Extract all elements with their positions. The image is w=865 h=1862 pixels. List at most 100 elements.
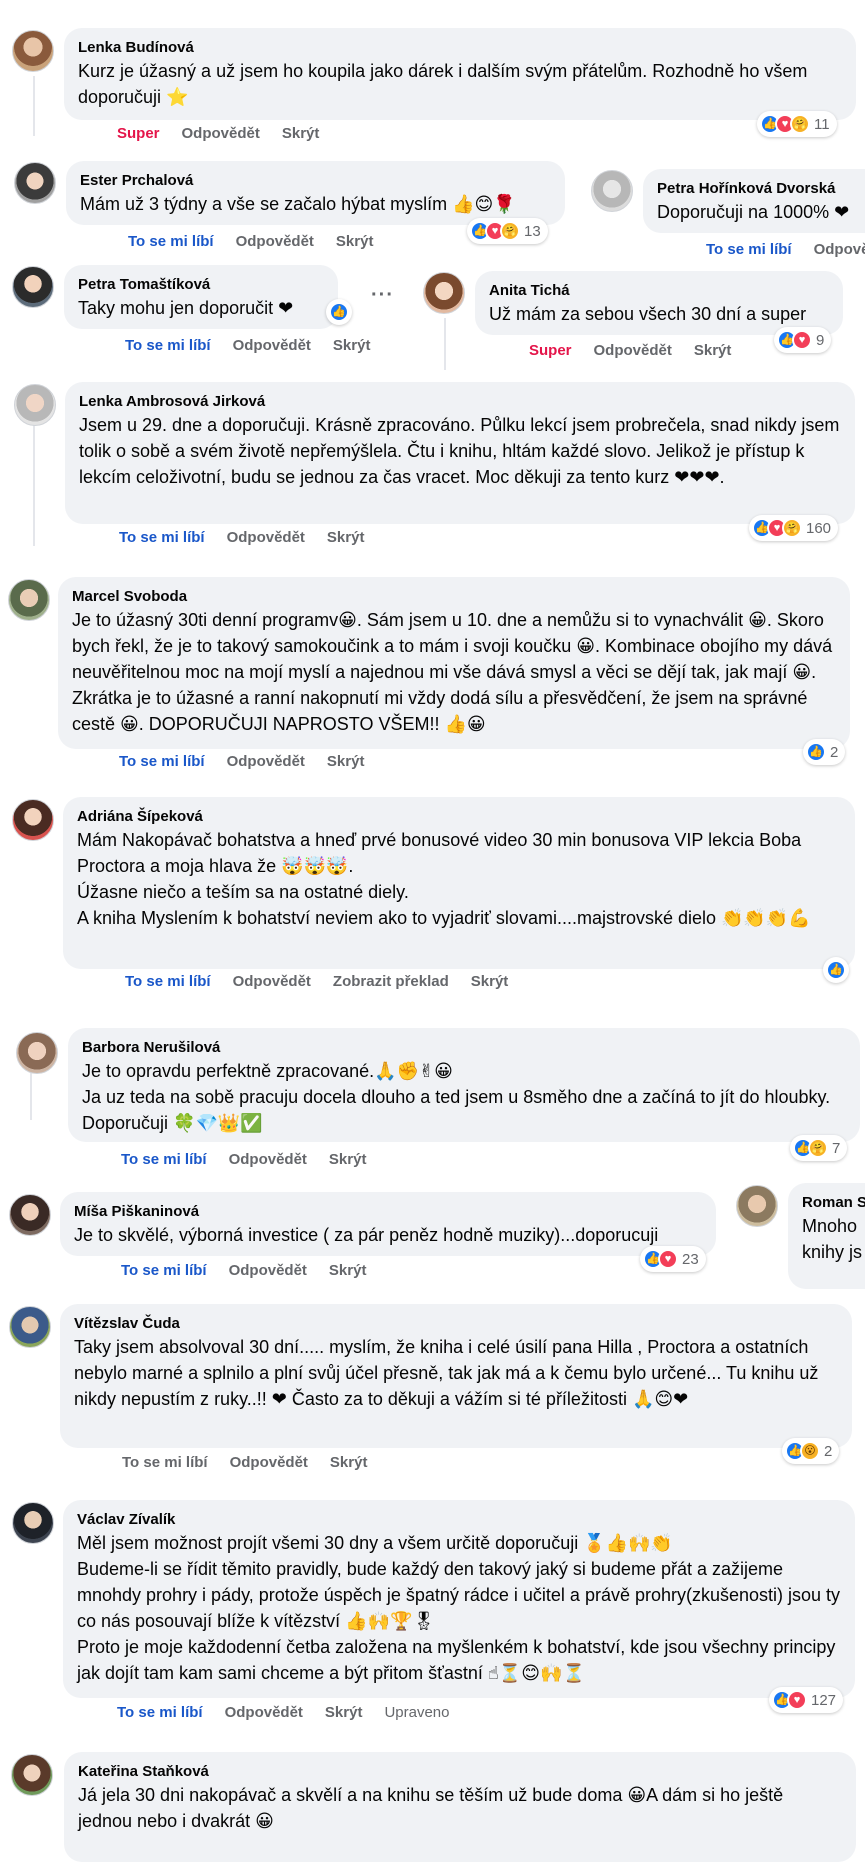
reaction-summary[interactable]: 👍 ♥ 🤗 11 xyxy=(757,111,837,137)
comment-author[interactable]: Lenka Budínová xyxy=(78,38,842,58)
comment-author[interactable]: Václav Zívalík xyxy=(77,1510,841,1530)
reaction-count: 13 xyxy=(524,222,541,240)
comment-actions: To se mi líbí Odpovědět Zobrazit překlad… xyxy=(125,972,508,992)
reply-link[interactable]: Odpovědět xyxy=(229,1261,307,1281)
comment-author[interactable]: Anita Tichá xyxy=(489,281,829,301)
like-link[interactable]: To se mi líbí xyxy=(121,1150,207,1170)
thread-line xyxy=(33,76,35,136)
comment-text: Je to úžasný 30ti denní programv😀. Sám j… xyxy=(72,610,833,734)
hide-link[interactable]: Skrýt xyxy=(694,341,732,361)
comment-author[interactable]: Petra Hořínková Dvorská xyxy=(657,179,865,199)
reaction-count: 9 xyxy=(816,331,825,349)
more-options-icon[interactable]: ··· xyxy=(371,284,394,307)
comment-author[interactable]: Lenka Ambrosová Jirková xyxy=(79,392,841,412)
hide-link[interactable]: Skrýt xyxy=(336,232,374,252)
like-link[interactable]: To se mi líbí xyxy=(122,1453,208,1473)
reaction-summary[interactable]: 👍 ♥ 🤗 160 xyxy=(749,515,839,541)
comment-text: Měl jsem možnost projít všemi 30 dny a v… xyxy=(77,1533,673,1553)
avatar[interactable] xyxy=(591,170,633,212)
care-reaction-icon: 🤗 xyxy=(500,221,520,241)
super-reaction-link[interactable]: Super xyxy=(117,124,160,144)
avatar[interactable] xyxy=(423,272,465,314)
avatar[interactable] xyxy=(9,1306,51,1348)
care-reaction-icon: 🤗 xyxy=(790,114,810,134)
translate-link[interactable]: Zobrazit překlad xyxy=(333,972,449,992)
comment-author[interactable]: Vítězslav Čuda xyxy=(74,1314,838,1334)
like-link[interactable]: To se mi líbí xyxy=(119,752,205,772)
reaction-summary[interactable]: 👍 ♥ 127 xyxy=(769,1687,844,1713)
comment-author[interactable]: Ester Prchalová xyxy=(80,171,551,191)
care-reaction-icon: 🤗 xyxy=(808,1138,828,1158)
reaction-count: 2 xyxy=(824,1442,833,1460)
reply-link[interactable]: Odpovědět xyxy=(594,341,672,361)
reply-link[interactable]: Odpovědět xyxy=(230,1453,308,1473)
reply-link[interactable]: Odpovědět xyxy=(227,752,305,772)
avatar[interactable] xyxy=(12,1502,54,1544)
reply-link[interactable]: Odpovědět xyxy=(225,1703,303,1723)
like-link[interactable]: To se mi líbí xyxy=(125,972,211,992)
comment-text: Úžasne niečo a teším sa na ostatné diely… xyxy=(77,882,409,902)
avatar[interactable] xyxy=(14,384,56,426)
avatar[interactable] xyxy=(9,1194,51,1236)
avatar[interactable] xyxy=(14,162,56,204)
avatar[interactable] xyxy=(12,30,54,72)
thread-line xyxy=(444,318,446,370)
reply-link[interactable]: Odpovědět xyxy=(182,124,260,144)
comment-actions: Super Odpovědět Skrýt xyxy=(529,341,731,361)
comment-author[interactable]: Kateřina Staňková xyxy=(78,1762,842,1782)
avatar[interactable] xyxy=(16,1032,58,1074)
hide-link[interactable]: Skrýt xyxy=(329,1261,367,1281)
reply-link[interactable]: Odpovědět xyxy=(233,336,311,356)
reply-link[interactable]: Odpovědět xyxy=(227,528,305,548)
comment-text: Budeme-li se řídit těmito pravidly, bude… xyxy=(77,1559,841,1631)
like-link[interactable]: To se mi líbí xyxy=(128,232,214,252)
comment-author[interactable]: Marcel Svoboda xyxy=(72,587,836,607)
avatar[interactable] xyxy=(11,1754,53,1796)
hide-link[interactable]: Skrýt xyxy=(471,972,509,992)
comment-author[interactable]: Adriána Šípeková xyxy=(77,807,841,827)
avatar[interactable] xyxy=(12,799,54,841)
hide-link[interactable]: Skrýt xyxy=(325,1703,363,1723)
reaction-summary[interactable]: 👍 ♥ 23 xyxy=(640,1246,706,1272)
like-reaction-icon: 👍 xyxy=(826,960,846,980)
hide-link[interactable]: Skrýt xyxy=(329,1150,367,1170)
like-link[interactable]: To se mi líbí xyxy=(125,336,211,356)
comment-author[interactable]: Míša Piškaninová xyxy=(74,1202,702,1222)
love-reaction-icon: ♥ xyxy=(792,330,812,350)
reaction-summary[interactable]: 👍 ♥ 9 xyxy=(774,327,832,353)
reaction-summary[interactable]: 👍 xyxy=(326,299,352,325)
comment-author[interactable]: Barbora Nerušilová xyxy=(82,1038,846,1058)
like-reaction-icon: 👍 xyxy=(329,302,349,322)
like-link[interactable]: To se mi líbí xyxy=(121,1261,207,1281)
hide-link[interactable]: Skrýt xyxy=(330,1453,368,1473)
hide-link[interactable]: Skrýt xyxy=(333,336,371,356)
like-link[interactable]: To se mi líbí xyxy=(117,1703,203,1723)
comment-actions: Super Odpovědět Skrýt xyxy=(117,124,319,144)
avatar[interactable] xyxy=(12,266,54,308)
comment-author[interactable]: Petra Tomaštíková xyxy=(78,275,324,295)
reply-link[interactable]: Odpovědět xyxy=(229,1150,307,1170)
reaction-count: 127 xyxy=(811,1691,837,1709)
hide-link[interactable]: Skrýt xyxy=(327,528,365,548)
reply-link[interactable]: Odpovědět xyxy=(233,972,311,992)
hide-link[interactable]: Skrýt xyxy=(327,752,365,772)
avatar[interactable] xyxy=(736,1185,778,1227)
comment-actions: To se mi líbí Odpovědět Skrýt xyxy=(119,528,364,548)
super-reaction-link[interactable]: Super xyxy=(529,341,572,361)
reaction-summary[interactable]: 👍 😮 2 xyxy=(782,1438,840,1464)
like-link[interactable]: To se mi líbí xyxy=(706,240,792,260)
reaction-summary[interactable]: 👍 2 xyxy=(803,739,846,765)
comment-text: Je to opravdu perfektně zpracované.🙏✊✌😀 xyxy=(82,1061,453,1081)
reaction-summary[interactable]: 👍 xyxy=(823,957,849,983)
like-link[interactable]: To se mi líbí xyxy=(119,528,205,548)
reaction-summary[interactable]: 👍 ♥ 🤗 13 xyxy=(467,218,548,244)
comment-author[interactable]: Roman S xyxy=(802,1193,865,1213)
hide-link[interactable]: Skrýt xyxy=(282,124,320,144)
comment-bubble: Petra Hořínková Dvorská Doporučuji na 10… xyxy=(643,169,865,233)
reaction-summary[interactable]: 👍 🤗 7 xyxy=(790,1135,848,1161)
comment-text: Už mám za sebou všech 30 dní a super xyxy=(489,304,807,324)
reply-link[interactable]: Odpovědět xyxy=(236,232,314,252)
avatar[interactable] xyxy=(8,579,50,621)
reply-link[interactable]: Odpovědět xyxy=(814,240,865,260)
comment-text: Mnoho knihy js xyxy=(802,1216,863,1262)
